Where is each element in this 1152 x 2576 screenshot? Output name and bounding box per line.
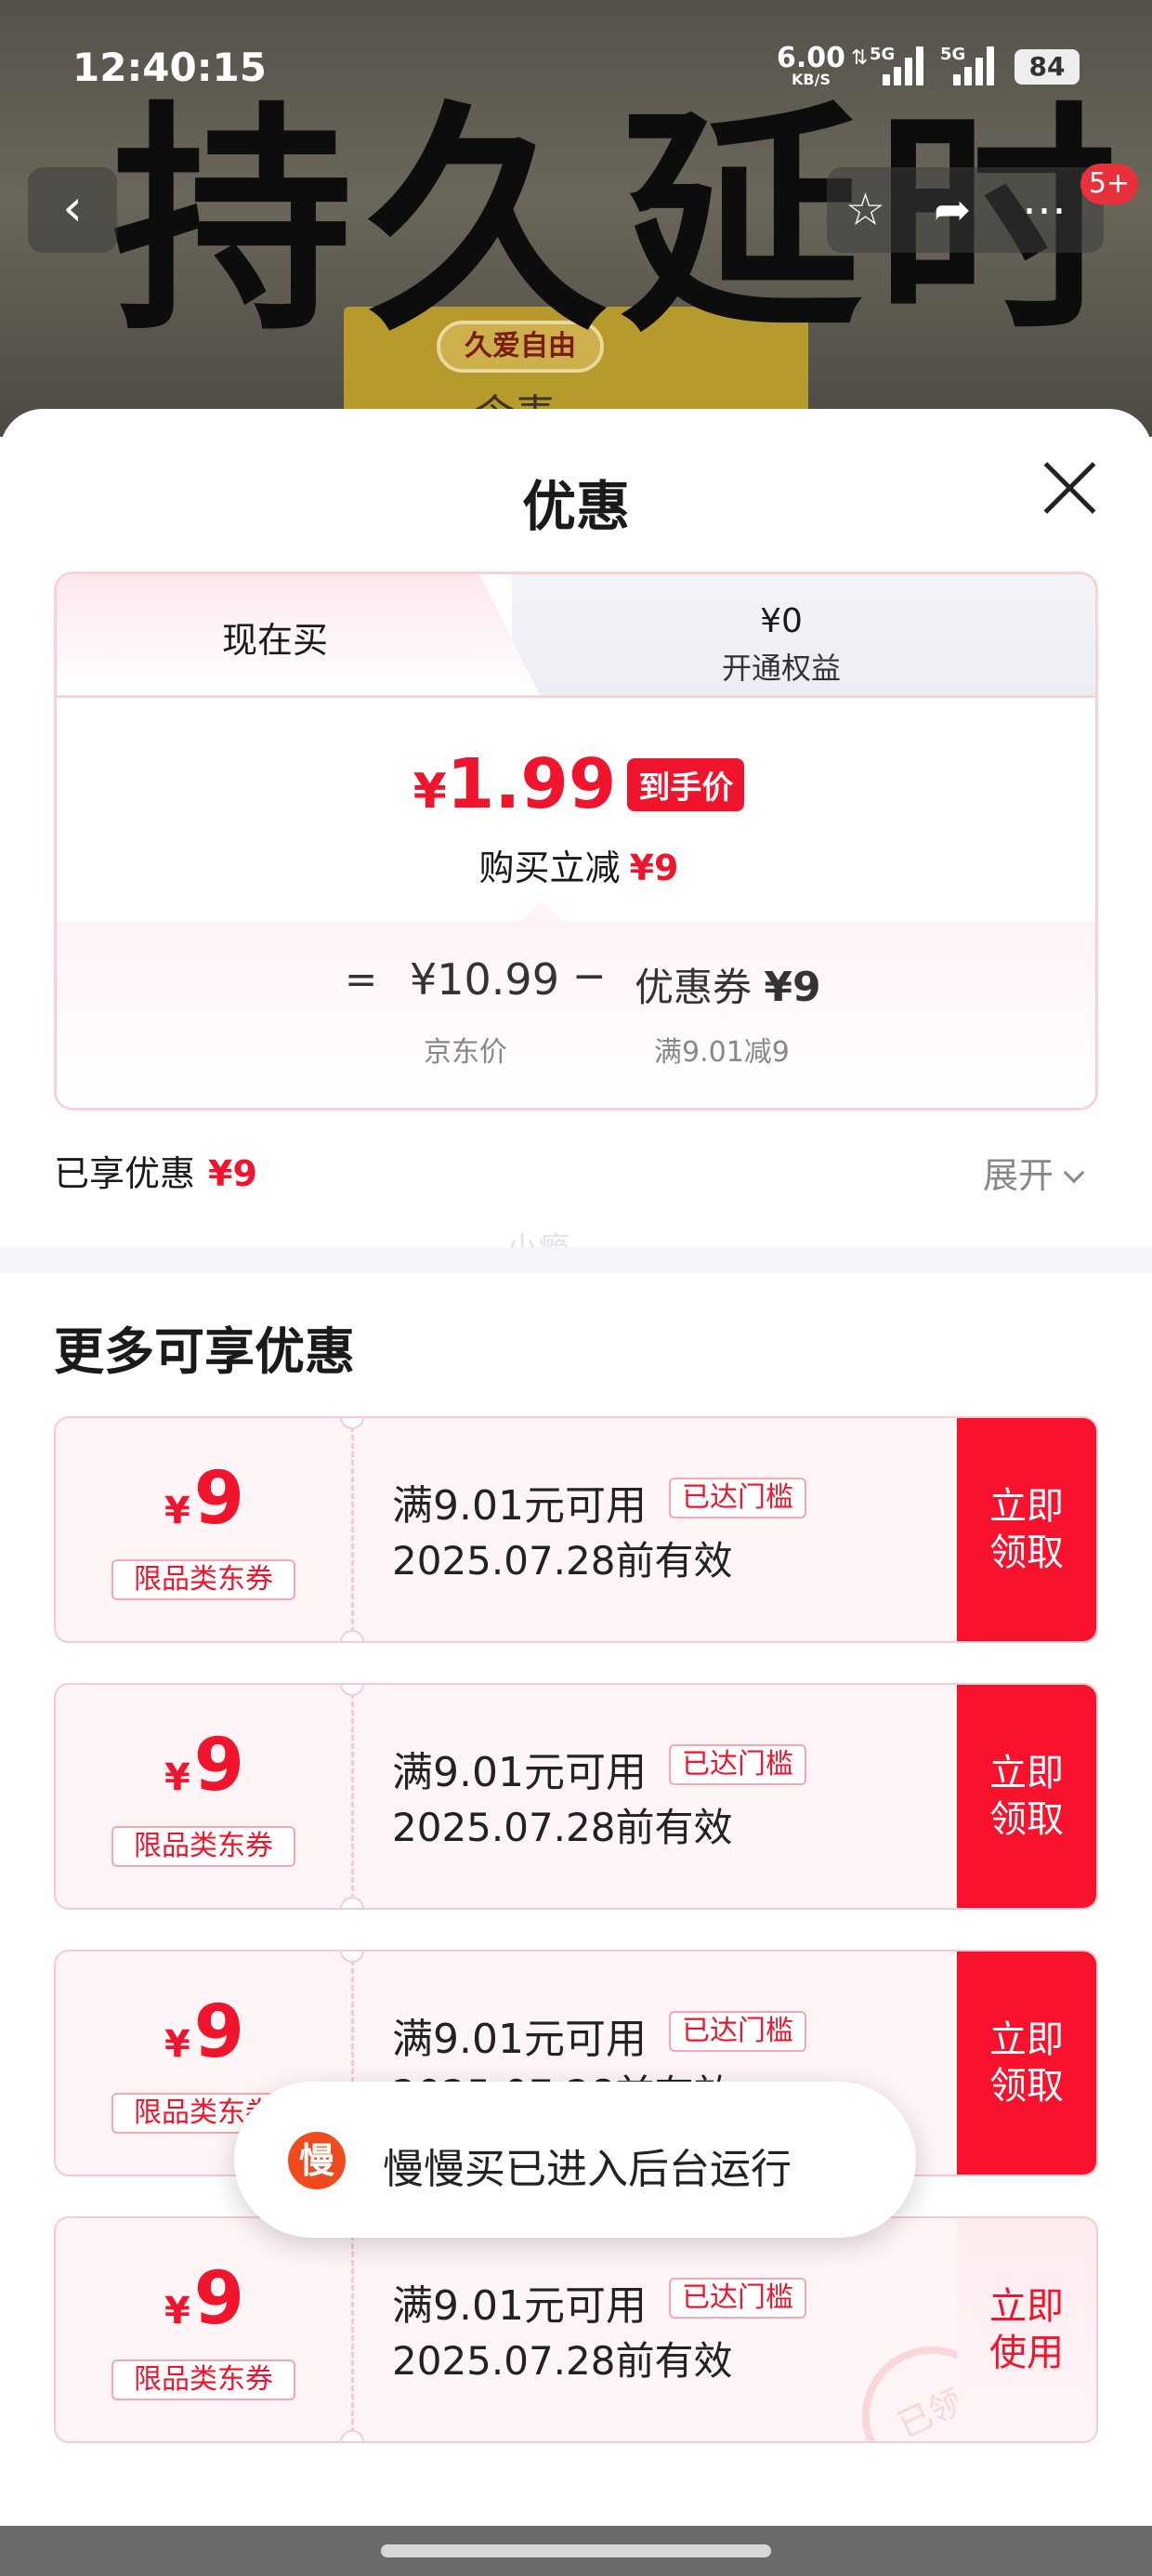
coupon-condition: 满9.01元可用 — [392, 2016, 647, 2063]
background-run-toast: 慢 慢慢买已进入后台运行 — [234, 2082, 916, 2238]
reduce-amount: ¥9 — [629, 848, 679, 888]
tab-benefits-label: 开通权益 — [721, 651, 841, 686]
final-price-row: ¥1.99 到手价 — [57, 744, 1095, 824]
network-speed-value: 6.00 — [777, 42, 846, 74]
home-indicator[interactable] — [381, 2544, 771, 2557]
top-actions: ☆ ➦ ⋯ — [827, 167, 1104, 253]
share-icon[interactable]: ➦ — [934, 167, 971, 253]
claim-coupon-button[interactable]: 立即领取 — [957, 1685, 1096, 1908]
battery-icon: 84 — [1015, 49, 1080, 85]
gesture-bar — [0, 2526, 1152, 2576]
threshold-badge: 已达门槛 — [669, 2011, 806, 2052]
final-price-tag: 到手价 — [627, 757, 745, 811]
data-arrows-icon: ⇅ — [851, 46, 869, 70]
coupon-condition: 满9.01元可用 — [392, 1749, 647, 1796]
close-icon[interactable] — [1041, 457, 1100, 517]
toast-text: 慢慢买已进入后台运行 — [383, 2146, 792, 2193]
signal-type: 5G — [870, 45, 896, 64]
signal-icon: 5G — [870, 45, 925, 85]
coupon-card: ¥9 限品类东券 满9.01元可用 已达门槛 2025.07.28前有效 立即领… — [54, 1683, 1098, 1910]
network-speed: 6.00 KB/S — [777, 45, 845, 87]
more-icon[interactable]: ⋯ — [1022, 167, 1067, 253]
status-bar: 12:40:15 6.00 KB/S ⇅ 5G 5G 84 — [0, 0, 1152, 121]
coupon-rule: 满9.01减9 — [654, 1036, 790, 1069]
back-button[interactable]: ‹ — [28, 167, 117, 253]
tab-buy-now-label: 现在买 — [221, 620, 328, 661]
signal-type: 5G — [940, 45, 966, 64]
star-icon[interactable]: ☆ — [845, 167, 885, 253]
expand-label: 展开 — [983, 1155, 1054, 1196]
enjoyed-discount: 已享优惠 ¥9 — [54, 1145, 257, 1196]
status-time: 12:40:15 — [72, 45, 267, 90]
coupon-kind: 限品类东券 — [111, 2359, 295, 2400]
chevron-down-icon — [1063, 1162, 1085, 1184]
expand-button[interactable]: 展开 — [983, 1147, 1085, 1198]
minus-sign: − — [572, 953, 607, 1000]
price-breakdown: = ¥10.99 − 优惠券 ¥9 京东价 满9.01减9 — [57, 900, 1095, 1108]
threshold-badge: 已达门槛 — [669, 1478, 806, 1518]
jd-price-label: 京东价 — [424, 1036, 507, 1069]
instant-reduction: 购买立减 ¥9 — [57, 839, 1095, 890]
enjoyed-label: 已享优惠 — [54, 1153, 196, 1194]
signal-icon: 5G — [940, 45, 996, 85]
coupon-validity: 2025.07.28前有效 — [392, 1805, 733, 1850]
claim-coupon-button[interactable]: 立即领取 — [957, 1952, 1096, 2175]
coupon-kind: 限品类东券 — [111, 1826, 295, 1867]
reduce-label: 购买立减 — [478, 848, 621, 888]
coupon-card: ¥9 限品类东券 满9.01元可用 已达门槛 2025.07.28前有效 立即领… — [54, 1416, 1098, 1643]
coupon-condition: 满9.01元可用 — [392, 2282, 647, 2330]
price-card: 现在买 ¥0 开通权益 ¥1.99 到手价 购买立减 ¥9 = ¥10.99 − 优… — [54, 572, 1098, 1111]
notification-badge: 5+ — [1080, 164, 1138, 204]
price-body: ¥1.99 到手价 购买立减 ¥9 = ¥10.99 − 优惠券 ¥9 京东价 满9… — [57, 695, 1095, 1108]
jd-price: ¥10.99 — [410, 954, 559, 1005]
use-coupon-button[interactable]: 立即使用 — [957, 2218, 1096, 2441]
more-discounts-title: 更多可享优惠 — [54, 1322, 355, 1381]
coupon-amount: ¥9 — [164, 1457, 245, 1541]
coupon-kind: 限品类东券 — [111, 1559, 295, 1600]
coupon-validity: 2025.07.28前有效 — [392, 2338, 733, 2384]
sheet-title: 优惠 — [521, 475, 630, 538]
section-divider — [0, 1247, 1152, 1273]
tab-benefits-price: ¥0 — [760, 602, 803, 640]
app-logo-icon: 慢 — [288, 2132, 346, 2189]
claim-coupon-button[interactable]: 立即领取 — [957, 1418, 1096, 1641]
coupon-condition: 满9.01元可用 — [392, 1482, 647, 1530]
coupon-card: ¥9 限品类东券 满9.01元可用 已达门槛 2025.07.28前有效 已领 … — [54, 2216, 1098, 2443]
network-speed-unit: KB/S — [792, 71, 831, 88]
threshold-badge: 已达门槛 — [669, 1744, 806, 1785]
coupon-deduction: 优惠券 ¥9 — [635, 964, 821, 1011]
coupon-amount: ¥9 — [164, 1724, 245, 1807]
final-price: ¥1.99 — [412, 744, 617, 824]
equals-sign: = — [345, 956, 378, 1002]
threshold-badge: 已达门槛 — [669, 2278, 806, 2319]
coupon-amount: ¥9 — [164, 2257, 245, 2341]
enjoyed-amount: ¥9 — [208, 1153, 257, 1194]
coupon-amount: ¥9 — [164, 1991, 245, 2074]
coupon-validity: 2025.07.28前有效 — [392, 1538, 733, 1584]
